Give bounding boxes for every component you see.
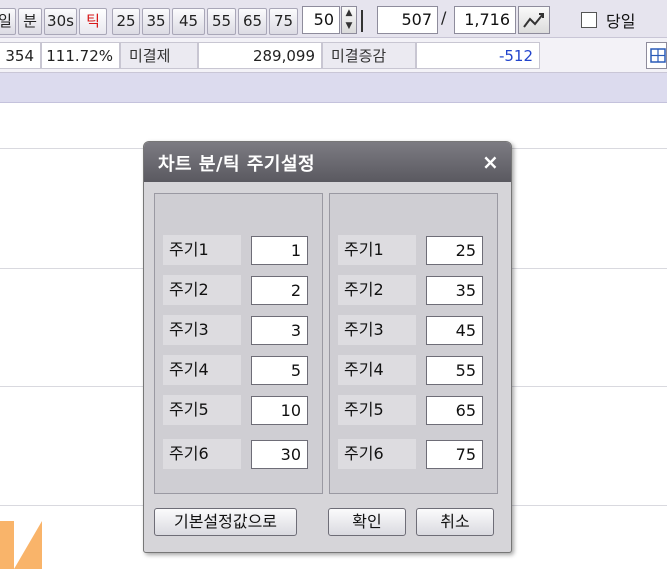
period-button-55[interactable]: 55: [207, 8, 236, 35]
percent-value: 111.72%: [41, 42, 120, 69]
period-row: 주기2 2: [163, 275, 313, 305]
period-row: 주기5 65: [338, 395, 488, 425]
period-settings-dialog: 차트 분/틱 주기설정 × 주기1 1 주기2 2 주기3 3 주기4 5 주기…: [143, 141, 512, 553]
total-count-input[interactable]: 1,716: [454, 6, 516, 34]
period-label: 주기6: [163, 439, 241, 469]
close-icon[interactable]: ×: [482, 150, 499, 174]
unsettled-value: 289,099: [198, 42, 322, 69]
period-label: 주기5: [338, 395, 416, 425]
period-input[interactable]: 2: [251, 276, 308, 305]
today-checkbox[interactable]: [581, 12, 597, 28]
today-label: 당일: [606, 12, 636, 31]
period-row: 주기4 55: [338, 355, 488, 385]
cancel-button[interactable]: 취소: [416, 508, 494, 536]
period-label: 주기1: [163, 235, 241, 265]
period-button-day[interactable]: 일: [0, 8, 16, 35]
spin-down-icon[interactable]: ▼: [342, 20, 356, 33]
period-label: 주기2: [163, 275, 241, 305]
period-button-25[interactable]: 25: [112, 8, 140, 35]
spin-up-icon[interactable]: ▲: [342, 7, 356, 20]
period-row: 주기6 30: [163, 439, 313, 469]
period-label: 주기5: [163, 395, 241, 425]
chart-refresh-icon[interactable]: [518, 6, 550, 34]
period-row: 주기3 45: [338, 315, 488, 345]
period-input[interactable]: 75: [426, 440, 483, 469]
chart-header-band: [0, 73, 667, 103]
period-row: 주기1 25: [338, 235, 488, 265]
ok-button[interactable]: 확인: [328, 508, 406, 536]
reset-defaults-button[interactable]: 기본설정값으로: [154, 508, 297, 536]
period-row: 주기5 10: [163, 395, 313, 425]
period-label: 주기1: [338, 235, 416, 265]
period-input[interactable]: 10: [251, 396, 308, 425]
scroll-end-icon[interactable]: [361, 10, 369, 32]
period-label: 주기4: [338, 355, 416, 385]
period-button-45[interactable]: 45: [172, 8, 205, 35]
period-row: 주기4 5: [163, 355, 313, 385]
current-position-input[interactable]: 507: [377, 6, 438, 34]
unsettled-change-value: -512: [416, 42, 540, 69]
period-row: 주기1 1: [163, 235, 313, 265]
period-input[interactable]: 30: [251, 440, 308, 469]
period-button-75[interactable]: 75: [269, 8, 298, 35]
period-label: 주기3: [163, 315, 241, 345]
period-button-30s[interactable]: 30s: [44, 8, 77, 35]
dialog-titlebar[interactable]: 차트 분/틱 주기설정 ×: [144, 142, 511, 182]
quote-info-row: 354 111.72% 미결제 289,099 미결증감 -512: [0, 38, 667, 73]
period-row: 주기3 3: [163, 315, 313, 345]
period-row: 주기2 35: [338, 275, 488, 305]
unsettled-change-label: 미결증감: [322, 42, 416, 69]
period-button-tick[interactable]: 틱: [79, 8, 107, 35]
period-input[interactable]: 65: [426, 396, 483, 425]
chart-shape-edge: [14, 521, 42, 569]
period-label: 주기2: [338, 275, 416, 305]
period-input[interactable]: 45: [426, 316, 483, 345]
position-separator: /: [441, 8, 447, 27]
period-label: 주기3: [338, 315, 416, 345]
period-button-35[interactable]: 35: [142, 8, 170, 35]
grid-icon[interactable]: [646, 42, 667, 69]
dialog-title: 차트 분/틱 주기설정: [158, 154, 316, 175]
period-input[interactable]: 25: [426, 236, 483, 265]
period-button-65[interactable]: 65: [238, 8, 267, 35]
period-row: 주기6 75: [338, 439, 488, 469]
count-input[interactable]: 50: [302, 6, 340, 34]
chart-shape: [0, 521, 14, 569]
period-input[interactable]: 35: [426, 276, 483, 305]
period-label: 주기6: [338, 439, 416, 469]
period-label: 주기4: [163, 355, 241, 385]
right-period-panel: 주기1 25 주기2 35 주기3 45 주기4 55 주기5 65 주기6 7…: [329, 193, 498, 494]
period-button-minute[interactable]: 분: [18, 8, 42, 35]
period-input[interactable]: 3: [251, 316, 308, 345]
period-toolbar: 일 분 30s 틱 25 35 45 55 65 75 50 ▲ ▼ 507 /…: [0, 0, 667, 38]
unsettled-label: 미결제: [120, 42, 198, 69]
left-period-panel: 주기1 1 주기2 2 주기3 3 주기4 5 주기5 10 주기6 30: [154, 193, 323, 494]
period-input[interactable]: 55: [426, 356, 483, 385]
period-input[interactable]: 5: [251, 356, 308, 385]
period-input[interactable]: 1: [251, 236, 308, 265]
cut-value: 354: [0, 42, 41, 69]
count-spinner[interactable]: ▲ ▼: [341, 6, 357, 34]
